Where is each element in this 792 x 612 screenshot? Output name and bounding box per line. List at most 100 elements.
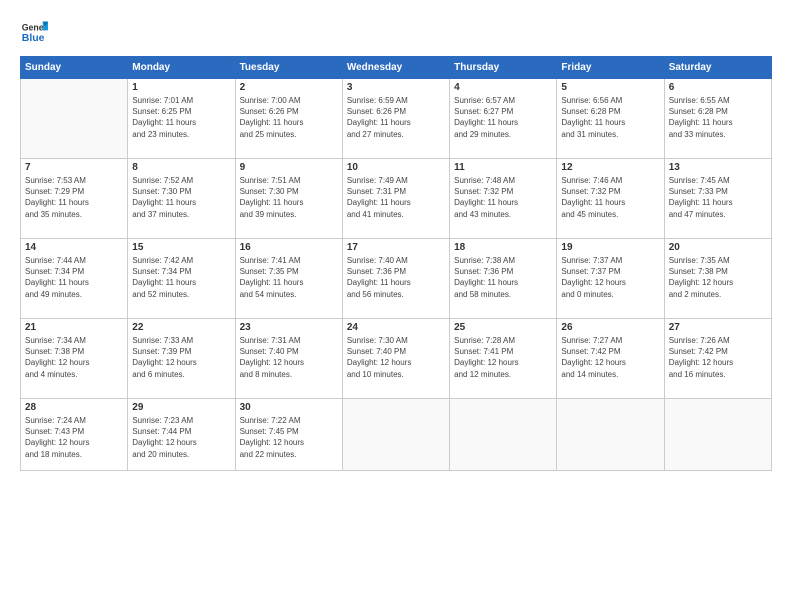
day-number: 10 — [347, 162, 445, 173]
calendar-week-row: 14 Sunrise: 7:44 AM Sunset: 7:34 PM Dayli… — [21, 239, 772, 319]
calendar-header-monday: Monday — [128, 57, 235, 79]
day-number: 30 — [240, 402, 338, 413]
day-info: Sunrise: 7:26 AM Sunset: 7:42 PM Dayligh… — [669, 335, 767, 380]
calendar-cell — [557, 399, 664, 471]
calendar-cell: 25 Sunrise: 7:28 AM Sunset: 7:41 PM Dayli… — [450, 319, 557, 399]
day-info: Sunrise: 7:23 AM Sunset: 7:44 PM Dayligh… — [132, 415, 230, 460]
calendar-cell: 1 Sunrise: 7:01 AM Sunset: 6:25 PM Daylig… — [128, 79, 235, 159]
calendar-cell: 8Sunrise: 7:52 AM Sunset: 7:30 PM Daylig… — [128, 159, 235, 239]
calendar-cell: 5 Sunrise: 6:56 AM Sunset: 6:28 PM Daylig… — [557, 79, 664, 159]
calendar-cell — [21, 79, 128, 159]
day-info: Sunrise: 7:33 AM Sunset: 7:39 PM Dayligh… — [132, 335, 230, 380]
day-info: Sunrise: 7:37 AM Sunset: 7:37 PM Dayligh… — [561, 255, 659, 300]
day-number: 29 — [132, 402, 230, 413]
day-number: 17 — [347, 242, 445, 253]
day-info: Sunrise: 7:46 AM Sunset: 7:32 PM Dayligh… — [561, 175, 659, 220]
calendar-cell: 29 Sunrise: 7:23 AM Sunset: 7:44 PM Dayli… — [128, 399, 235, 471]
calendar-header-thursday: Thursday — [450, 57, 557, 79]
day-info: Sunrise: 7:22 AM Sunset: 7:45 PM Dayligh… — [240, 415, 338, 460]
day-info: Sunrise: 7:30 AM Sunset: 7:40 PM Dayligh… — [347, 335, 445, 380]
calendar-header-tuesday: Tuesday — [235, 57, 342, 79]
day-info: Sunrise: 7:45 AM Sunset: 7:33 PM Dayligh… — [669, 175, 767, 220]
day-number: 11 — [454, 162, 552, 173]
calendar-header-sunday: Sunday — [21, 57, 128, 79]
calendar-header-row: SundayMondayTuesdayWednesdayThursdayFrid… — [21, 57, 772, 79]
calendar-week-row: 1 Sunrise: 7:01 AM Sunset: 6:25 PM Daylig… — [21, 79, 772, 159]
day-info: Sunrise: 7:31 AM Sunset: 7:40 PM Dayligh… — [240, 335, 338, 380]
day-info: Sunrise: 7:01 AM Sunset: 6:25 PM Dayligh… — [132, 95, 230, 140]
calendar-cell: 16Sunrise: 7:41 AM Sunset: 7:35 PM Dayli… — [235, 239, 342, 319]
calendar-cell: 18Sunrise: 7:38 AM Sunset: 7:36 PM Dayli… — [450, 239, 557, 319]
calendar-header-wednesday: Wednesday — [342, 57, 449, 79]
day-info: Sunrise: 7:28 AM Sunset: 7:41 PM Dayligh… — [454, 335, 552, 380]
day-info: Sunrise: 7:41 AM Sunset: 7:35 PM Dayligh… — [240, 255, 338, 300]
calendar-week-row: 28 Sunrise: 7:24 AM Sunset: 7:43 PM Dayli… — [21, 399, 772, 471]
calendar-cell: 12 Sunrise: 7:46 AM Sunset: 7:32 PM Dayli… — [557, 159, 664, 239]
day-number: 24 — [347, 322, 445, 333]
day-number: 22 — [132, 322, 230, 333]
day-number: 7 — [25, 162, 123, 173]
calendar: SundayMondayTuesdayWednesdayThursdayFrid… — [20, 56, 772, 471]
day-number: 25 — [454, 322, 552, 333]
day-number: 12 — [561, 162, 659, 173]
calendar-cell: 11 Sunrise: 7:48 AM Sunset: 7:32 PM Dayli… — [450, 159, 557, 239]
calendar-cell: 28 Sunrise: 7:24 AM Sunset: 7:43 PM Dayli… — [21, 399, 128, 471]
calendar-cell — [664, 399, 771, 471]
calendar-cell: 14 Sunrise: 7:44 AM Sunset: 7:34 PM Dayli… — [21, 239, 128, 319]
day-number: 13 — [669, 162, 767, 173]
day-info: Sunrise: 6:56 AM Sunset: 6:28 PM Dayligh… — [561, 95, 659, 140]
calendar-cell: 30 Sunrise: 7:22 AM Sunset: 7:45 PM Dayli… — [235, 399, 342, 471]
calendar-cell: 24 Sunrise: 7:30 AM Sunset: 7:40 PM Dayli… — [342, 319, 449, 399]
calendar-cell: 10 Sunrise: 7:49 AM Sunset: 7:31 PM Dayli… — [342, 159, 449, 239]
day-info: Sunrise: 7:51 AM Sunset: 7:30 PM Dayligh… — [240, 175, 338, 220]
calendar-cell: 19 Sunrise: 7:37 AM Sunset: 7:37 PM Dayli… — [557, 239, 664, 319]
calendar-cell — [342, 399, 449, 471]
day-info: Sunrise: 7:24 AM Sunset: 7:43 PM Dayligh… — [25, 415, 123, 460]
calendar-cell: 2 Sunrise: 7:00 AM Sunset: 6:26 PM Daylig… — [235, 79, 342, 159]
logo-icon: General Blue — [20, 18, 48, 46]
day-number: 21 — [25, 322, 123, 333]
day-number: 6 — [669, 82, 767, 93]
page: General Blue SundayMondayTuesdayWednesda… — [0, 0, 792, 612]
day-number: 3 — [347, 82, 445, 93]
day-number: 2 — [240, 82, 338, 93]
day-info: Sunrise: 7:49 AM Sunset: 7:31 PM Dayligh… — [347, 175, 445, 220]
day-number: 28 — [25, 402, 123, 413]
calendar-cell — [450, 399, 557, 471]
calendar-cell: 21 Sunrise: 7:34 AM Sunset: 7:38 PM Dayli… — [21, 319, 128, 399]
svg-text:Blue: Blue — [22, 32, 45, 44]
day-number: 9 — [240, 162, 338, 173]
day-info: Sunrise: 7:35 AM Sunset: 7:38 PM Dayligh… — [669, 255, 767, 300]
day-number: 19 — [561, 242, 659, 253]
day-info: Sunrise: 7:48 AM Sunset: 7:32 PM Dayligh… — [454, 175, 552, 220]
day-number: 27 — [669, 322, 767, 333]
day-number: 1 — [132, 82, 230, 93]
day-info: Sunrise: 7:53 AM Sunset: 7:29 PM Dayligh… — [25, 175, 123, 220]
calendar-cell: 15Sunrise: 7:42 AM Sunset: 7:34 PM Dayli… — [128, 239, 235, 319]
day-number: 18 — [454, 242, 552, 253]
calendar-cell: 6 Sunrise: 6:55 AM Sunset: 6:28 PM Daylig… — [664, 79, 771, 159]
day-number: 8 — [132, 162, 230, 173]
calendar-cell: 7 Sunrise: 7:53 AM Sunset: 7:29 PM Daylig… — [21, 159, 128, 239]
day-number: 5 — [561, 82, 659, 93]
day-info: Sunrise: 7:34 AM Sunset: 7:38 PM Dayligh… — [25, 335, 123, 380]
calendar-cell: 23 Sunrise: 7:31 AM Sunset: 7:40 PM Dayli… — [235, 319, 342, 399]
day-number: 20 — [669, 242, 767, 253]
calendar-header-friday: Friday — [557, 57, 664, 79]
day-number: 23 — [240, 322, 338, 333]
calendar-cell: 13 Sunrise: 7:45 AM Sunset: 7:33 PM Dayli… — [664, 159, 771, 239]
day-info: Sunrise: 7:00 AM Sunset: 6:26 PM Dayligh… — [240, 95, 338, 140]
day-info: Sunrise: 7:40 AM Sunset: 7:36 PM Dayligh… — [347, 255, 445, 300]
header: General Blue — [20, 18, 772, 46]
calendar-cell: 20 Sunrise: 7:35 AM Sunset: 7:38 PM Dayli… — [664, 239, 771, 319]
logo: General Blue — [20, 18, 52, 46]
day-number: 4 — [454, 82, 552, 93]
day-number: 15 — [132, 242, 230, 253]
calendar-cell: 9 Sunrise: 7:51 AM Sunset: 7:30 PM Daylig… — [235, 159, 342, 239]
calendar-cell: 27 Sunrise: 7:26 AM Sunset: 7:42 PM Dayli… — [664, 319, 771, 399]
calendar-cell: 4Sunrise: 6:57 AM Sunset: 6:27 PM Daylig… — [450, 79, 557, 159]
day-info: Sunrise: 6:55 AM Sunset: 6:28 PM Dayligh… — [669, 95, 767, 140]
day-info: Sunrise: 7:44 AM Sunset: 7:34 PM Dayligh… — [25, 255, 123, 300]
day-number: 14 — [25, 242, 123, 253]
day-number: 26 — [561, 322, 659, 333]
